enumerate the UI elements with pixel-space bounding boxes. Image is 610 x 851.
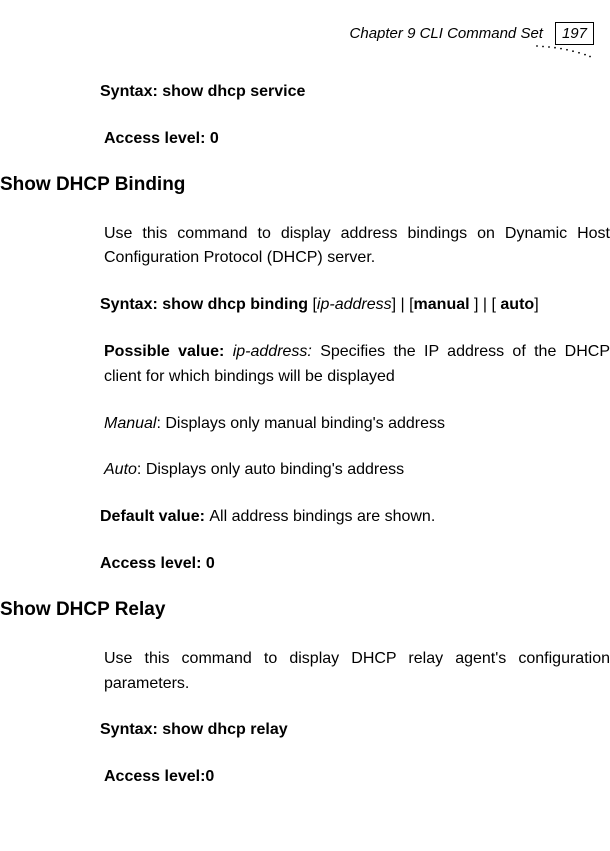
bracket-close: ]	[534, 296, 538, 313]
page-number: 197	[555, 22, 594, 45]
access-level-0-a: Access level: 0	[104, 127, 610, 152]
syntax-prefix: Syntax: show dhcp binding	[100, 296, 312, 313]
content-area: Syntax: show dhcp service Access level: …	[0, 80, 610, 812]
manual-label: Manual	[104, 415, 156, 432]
bracket-mid2: ] | [	[474, 296, 500, 313]
chapter-title: Chapter 9 CLI Command Set	[350, 25, 543, 42]
bracket-mid1: ] | [	[392, 296, 414, 313]
syntax-manual: manual	[414, 296, 474, 313]
possible-value-line: Possible value: ip-address: Specifies th…	[104, 340, 610, 390]
default-value-line: Default value: All address bindings are …	[100, 505, 610, 530]
syntax-ip-address: ip-address	[317, 296, 392, 313]
access-level-0-c: Access level:0	[104, 765, 610, 790]
access-level-0-b: Access level: 0	[100, 552, 610, 577]
auto-line: Auto: Displays only auto binding's addre…	[104, 458, 610, 483]
auto-label: Auto	[104, 461, 137, 478]
auto-rest: : Displays only auto binding's address	[137, 461, 404, 478]
syntax-show-dhcp-relay: Syntax: show dhcp relay	[100, 718, 610, 743]
possible-value-ip: ip-address:	[233, 343, 312, 360]
heading-show-dhcp-binding: Show DHCP Binding	[0, 174, 610, 196]
desc-dhcp-relay: Use this command to display DHCP relay a…	[104, 647, 610, 697]
manual-line: Manual: Displays only manual binding's a…	[104, 412, 610, 437]
possible-value-label: Possible value:	[104, 343, 233, 360]
syntax-auto: auto	[500, 296, 534, 313]
default-value-label: Default value:	[100, 508, 209, 525]
syntax-show-dhcp-service: Syntax: show dhcp service	[100, 80, 610, 105]
page: Chapter 9 CLI Command Set 197 Syntax: sh…	[0, 0, 610, 851]
manual-rest: : Displays only manual binding's address	[156, 415, 445, 432]
heading-show-dhcp-relay: Show DHCP Relay	[0, 599, 610, 621]
page-header: Chapter 9 CLI Command Set 197	[350, 22, 594, 45]
header-dots-decoration	[534, 44, 594, 58]
default-value-rest: All address bindings are shown.	[209, 508, 435, 525]
syntax-dhcp-binding: Syntax: show dhcp binding [ip-address] |…	[100, 293, 610, 318]
desc-dhcp-binding: Use this command to display address bind…	[104, 222, 610, 272]
